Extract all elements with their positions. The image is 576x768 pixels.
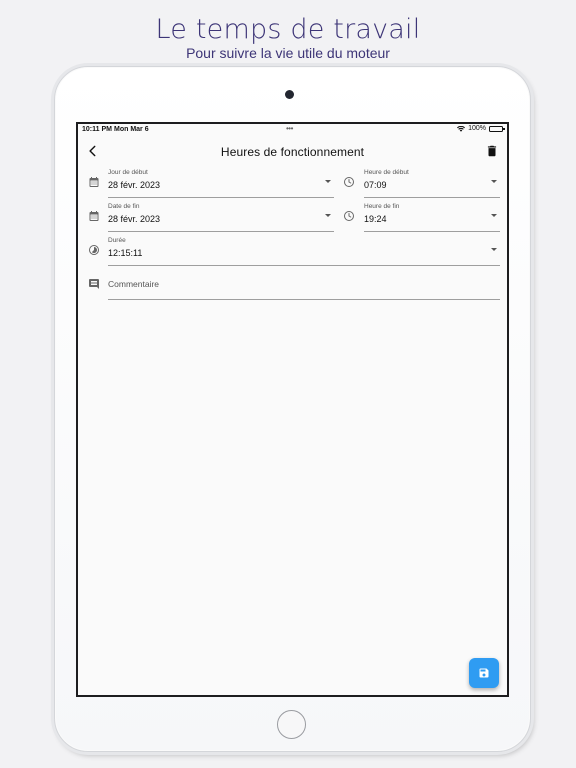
start-time-field[interactable]: Heure de début 07:09 [364,164,500,198]
end-date-value: 28 févr. 2023 [108,214,161,224]
end-date-label: Date de fin [108,203,140,210]
comment-field[interactable]: Commentaire [108,266,500,300]
end-time-label: Heure de fin [364,203,400,210]
save-icon [479,668,489,678]
start-time-value: 07:09 [364,180,387,190]
clock-icon [344,177,354,187]
dropdown-arrow-icon [491,214,497,217]
comment-icon [89,279,99,289]
end-time-value: 19:24 [364,214,387,224]
app-bar: Heures de fonctionnement [78,138,507,164]
status-bar: 10:11 PM Mon Mar 6 ••• 100% [78,124,507,136]
wifi-icon [457,125,466,132]
status-date: Mon Mar 6 [114,126,149,133]
home-button[interactable] [277,710,306,739]
duration-field[interactable]: Durée 12:15:11 [108,232,500,266]
start-date-label: Jour de début [108,169,148,176]
timelapse-icon [89,245,99,255]
duration-value: 12:15:11 [108,248,143,258]
save-button[interactable] [469,658,499,688]
dropdown-arrow-icon [491,180,497,183]
calendar-icon [89,211,99,221]
end-date-field[interactable]: Date de fin 28 févr. 2023 [108,198,334,232]
page-title: Heures de fonctionnement [220,145,365,159]
promo-headline: Le temps de travail [155,14,421,45]
start-time-label: Heure de début [364,169,409,176]
battery-icon [489,125,505,132]
dropdown-arrow-icon [325,180,331,183]
calendar-icon [89,177,99,187]
promo-subline: Pour suivre la vie utile du moteur [186,45,390,61]
camera-icon [285,90,294,99]
start-date-field[interactable]: Jour de début 28 févr. 2023 [108,164,334,198]
app-screen: 10:11 PM Mon Mar 6 ••• 100% Heures de fo… [76,122,509,697]
multitasking-dots[interactable]: ••• [286,124,293,133]
start-date-value: 28 févr. 2023 [108,180,161,190]
comment-placeholder: Commentaire [108,279,160,289]
status-time: 10:11 PM [82,126,112,133]
battery-percent: 100% [468,125,486,132]
status-right: 100% [457,125,505,132]
dropdown-arrow-icon [325,214,331,217]
duration-label: Durée [108,237,126,244]
dropdown-arrow-icon [491,248,497,251]
trash-icon[interactable] [485,144,499,158]
clock-icon [344,211,354,221]
end-time-field[interactable]: Heure de fin 19:24 [364,198,500,232]
